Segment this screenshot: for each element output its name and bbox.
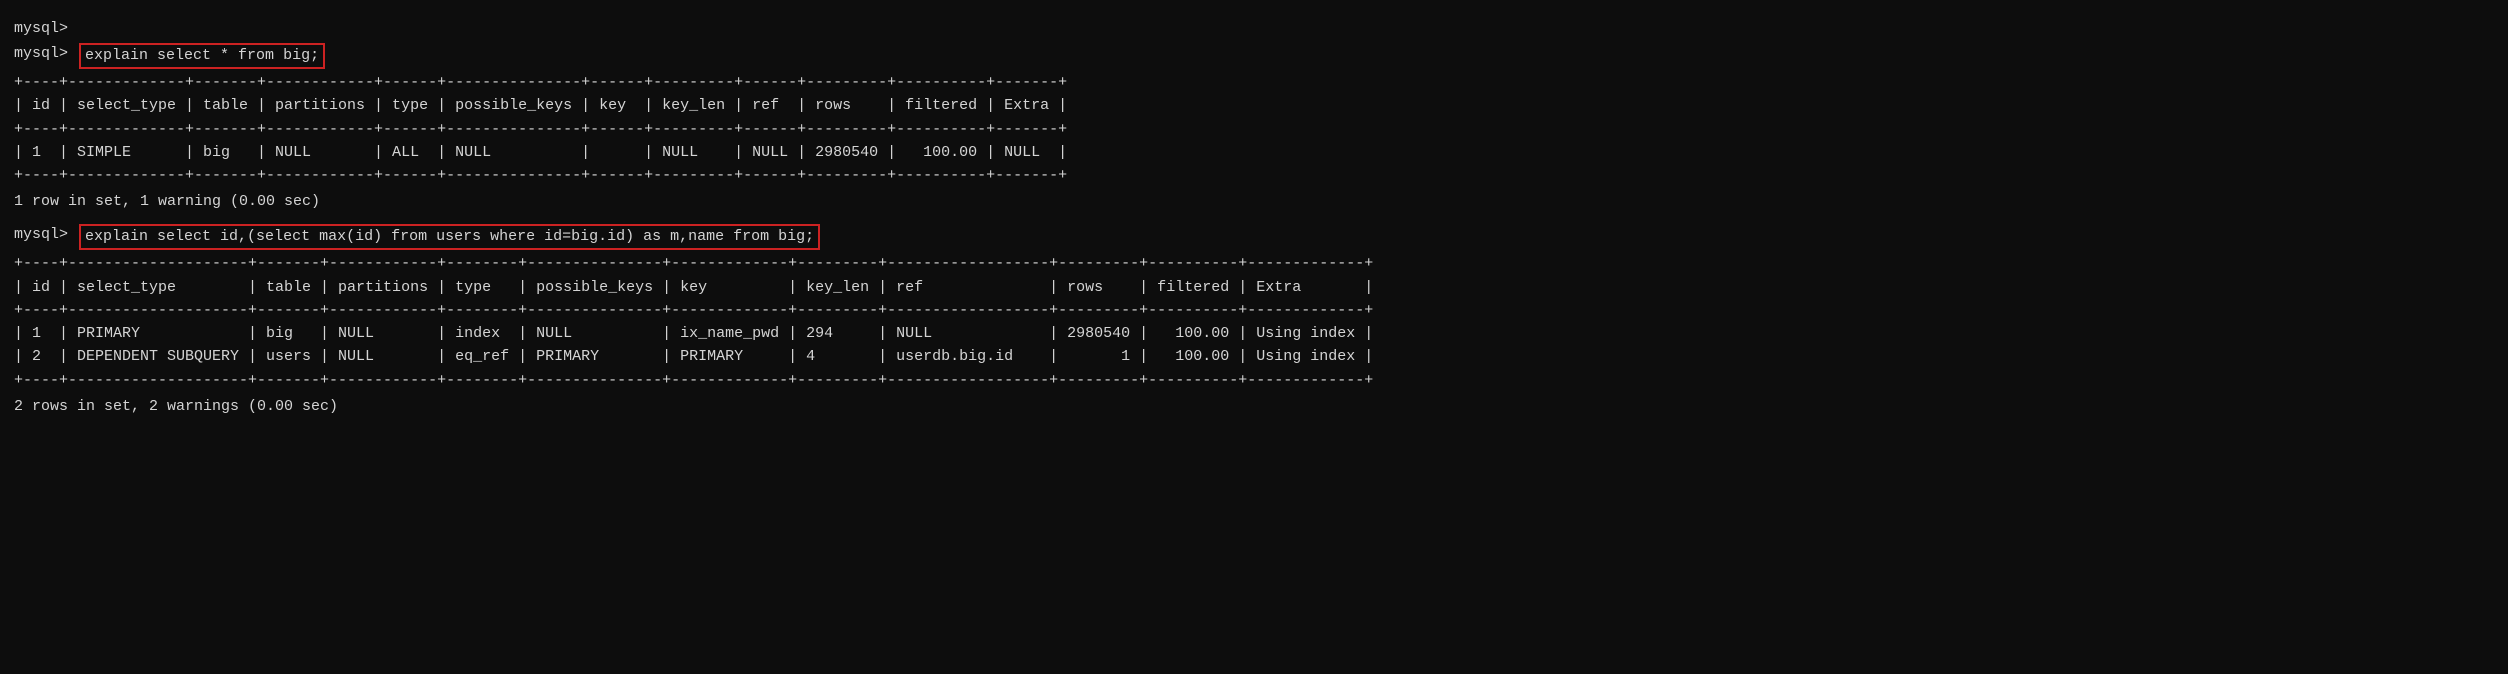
command1-text: explain select * from big; [79,43,325,70]
table2-output: +----+--------------------+-------+-----… [14,252,2494,392]
command2-text: explain select id,(select max(id) from u… [79,224,820,251]
empty-prompt-line: mysql> [14,18,2494,41]
result1-text: 1 row in set, 1 warning (0.00 sec) [14,191,2494,214]
prompt-label: mysql> [14,20,68,37]
command2-line: mysql> explain select id,(select max(id)… [14,224,2494,251]
table1-output: +----+-------------+-------+------------… [14,71,2494,187]
prompt1: mysql> [14,43,68,66]
terminal: mysql> mysql> explain select * from big;… [14,10,2494,436]
result2-text: 2 rows in set, 2 warnings (0.00 sec) [14,396,2494,419]
command1-line: mysql> explain select * from big; [14,43,2494,70]
prompt2: mysql> [14,224,68,247]
